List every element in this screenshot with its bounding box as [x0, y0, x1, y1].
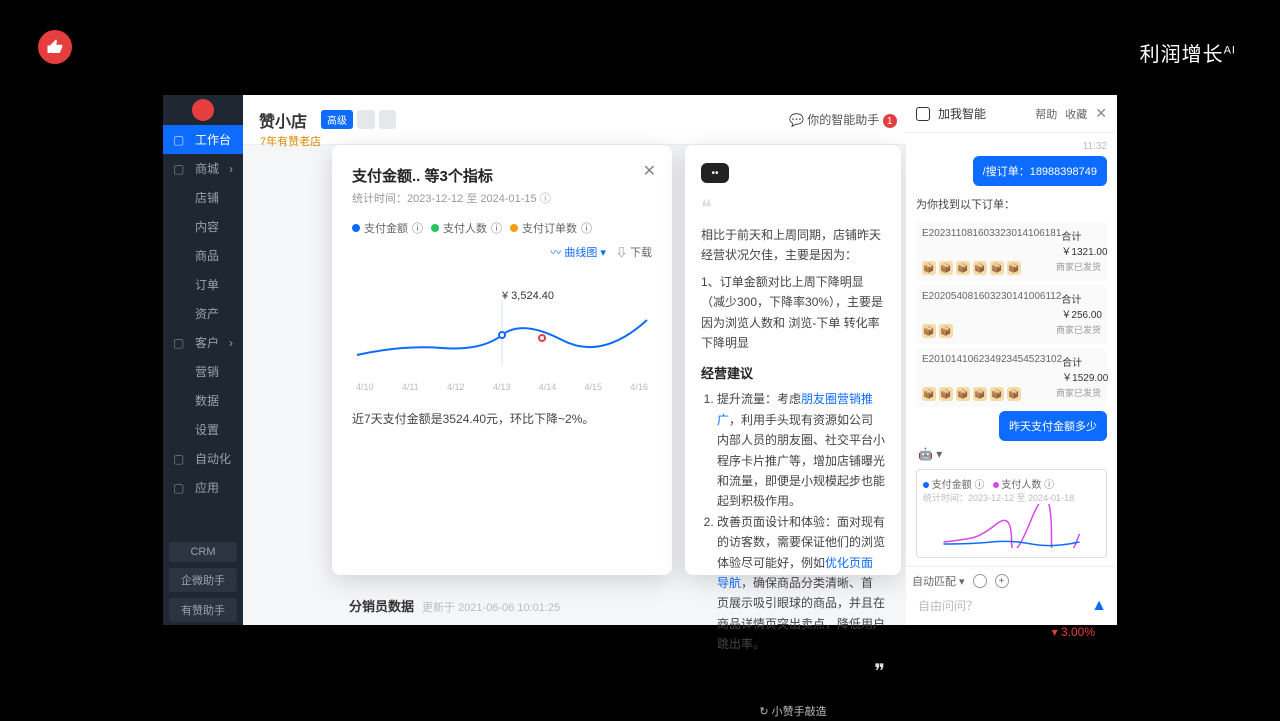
- shop-name: 赞小店: [259, 108, 307, 132]
- date-range: 统计时间：2023-12-12 至 2024-01-15 ⓘ: [352, 190, 652, 206]
- timestamp: 11:32: [912, 141, 1111, 152]
- brand-text: 利润增长AI: [1140, 38, 1236, 67]
- assistant-msg: 为你找到以下订单：: [912, 190, 1111, 218]
- sidebar-item-workbench[interactable]: ▢工作台: [163, 125, 243, 154]
- advice-intro: 相比于前天和上周同期，店铺昨天经营状况欠佳，主要是因为：: [701, 225, 885, 266]
- close-icon[interactable]: ✕: [1095, 105, 1107, 122]
- shop-sub: 7年有赞老店: [260, 133, 321, 149]
- sidebar-tag-yz[interactable]: 有赞助手: [169, 598, 237, 622]
- modal-title: 支付金额.. 等3个指标: [352, 165, 652, 186]
- sidebar-item-marketing[interactable]: 营销: [163, 357, 243, 386]
- bg-section: 分销员数据更新于 2021-06-06 10:01:25: [349, 596, 560, 615]
- regen-hint[interactable]: ↻ 小赞手敲造: [701, 703, 885, 721]
- order-card[interactable]: E202311081603323014106181合计 ￥1321.00 📦📦📦…: [916, 222, 1107, 281]
- chart-type-link[interactable]: 〰 曲线图 ▾: [550, 244, 606, 260]
- sidebar-item-automation[interactable]: ▢自动化: [163, 444, 243, 473]
- sidebar-item-customer[interactable]: ▢客户›: [163, 328, 243, 357]
- sidebar-item-goods[interactable]: 商品: [163, 241, 243, 270]
- fav-link[interactable]: 收藏: [1065, 106, 1087, 122]
- chip-tier: 高级: [321, 110, 353, 129]
- chip-2: [357, 110, 375, 129]
- sidebar-item-content[interactable]: 内容: [163, 212, 243, 241]
- sidebar-item-assets[interactable]: 资产: [163, 299, 243, 328]
- chart-tooltip: ¥ 3,524.40: [502, 290, 554, 302]
- advice-heading: 经营建议: [701, 363, 885, 385]
- mode-select[interactable]: 自动匹配 ▾: [912, 573, 965, 589]
- history-icon[interactable]: [973, 574, 987, 588]
- modal-advice: •• ❝ 相比于前天和上周同期，店铺昨天经营状况欠佳，主要是因为： 1、订单金额…: [685, 145, 901, 575]
- sidebar-item-settings[interactable]: 设置: [163, 415, 243, 444]
- sidebar-item-apps[interactable]: ▢应用: [163, 473, 243, 502]
- help-link[interactable]: 帮助: [1035, 106, 1057, 122]
- panel-icon: [916, 107, 930, 121]
- sidebar-item-data[interactable]: 数据: [163, 386, 243, 415]
- bot-icon: ••: [701, 163, 729, 183]
- chart-desc: 近7天支付金额是3524.40元，环比下降~2%。: [352, 410, 652, 427]
- brand-logo: [38, 30, 72, 64]
- add-icon[interactable]: +: [995, 574, 1009, 588]
- send-icon[interactable]: ▲: [1091, 597, 1107, 615]
- chart-legend: 支付金额 ⓘ 支付人数 ⓘ 支付订单数 ⓘ 〰 曲线图 ▾ ⇩ 下载: [352, 220, 652, 260]
- sidebar-tag-crm[interactable]: CRM: [169, 542, 237, 562]
- modal-metrics: ✕ 支付金额.. 等3个指标 统计时间：2023-12-12 至 2024-01…: [332, 145, 672, 575]
- sidebar-logo: [163, 95, 243, 125]
- top-helper[interactable]: 💬 你的智能助手 1: [789, 111, 897, 129]
- order-card[interactable]: E201014106234923454523102合计 ￥1529.00 📦📦📦…: [916, 348, 1107, 407]
- user-msg: 昨天支付金额多少: [999, 411, 1107, 441]
- chat-input[interactable]: [912, 593, 1111, 619]
- sidebar: ▢工作台 ▢商城› 店铺 内容 商品 订单 资产 ▢客户› 营销 数据 设置 ▢…: [163, 95, 243, 625]
- download-link[interactable]: ⇩ 下载: [616, 244, 652, 260]
- chart: ¥ 3,524.40 4/104/114/124/134/144/154/16: [352, 270, 652, 390]
- sidebar-item-orders[interactable]: 订单: [163, 270, 243, 299]
- ai-panel: 加我智能 帮助 收藏 ✕ 11:32 /搜订单：18988398749 为你找到…: [906, 95, 1117, 625]
- panel-title: 加我智能: [938, 105, 986, 122]
- chip-3: [379, 110, 397, 129]
- mini-chart: 支付金额 ⓘ 支付人数 ⓘ 统计时间：2023-12-12 至 2024-01-…: [916, 469, 1107, 558]
- order-card[interactable]: E202054081603230141006112合计 ￥256.00 📦📦商家…: [916, 285, 1107, 344]
- sidebar-tag-qw[interactable]: 企微助手: [169, 568, 237, 592]
- user-msg: /搜订单：18988398749: [973, 156, 1107, 186]
- sidebar-item-mall[interactable]: ▢商城›: [163, 154, 243, 183]
- close-icon[interactable]: ✕: [643, 161, 656, 181]
- sidebar-item-shop[interactable]: 店铺: [163, 183, 243, 212]
